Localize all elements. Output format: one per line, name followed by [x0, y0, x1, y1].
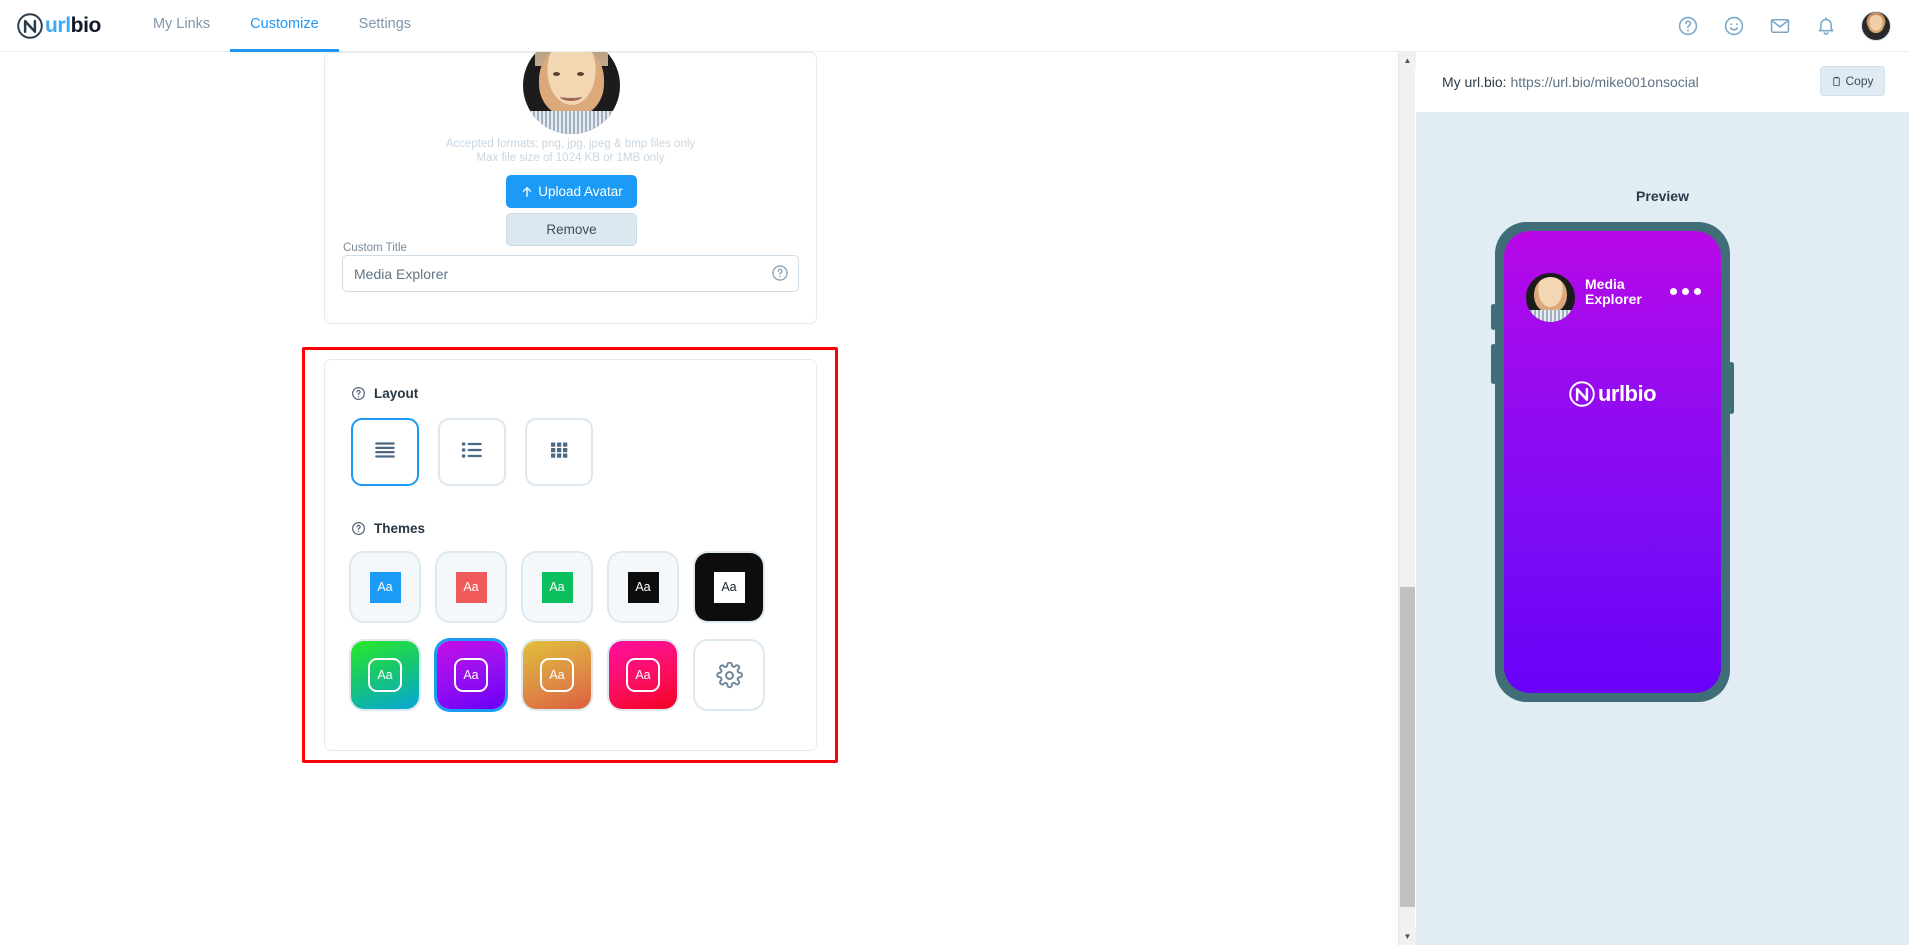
theme-options-row-1: Aa Aa Aa Aa Aa [351, 553, 763, 621]
vertical-scrollbar[interactable]: ▲ ▼ [1398, 52, 1416, 945]
preview-pane: My url.bio: https://url.bio/mike001onsoc… [1416, 52, 1909, 945]
avatar-hint-filesize: Max file size of 1024 KB or 1MB only [476, 152, 665, 164]
upload-avatar-label: Upload Avatar [538, 184, 623, 199]
nav-item-customize[interactable]: Customize [230, 0, 339, 52]
phone-button-volume-up [1491, 304, 1496, 330]
theme-option-custom[interactable] [695, 641, 763, 709]
arrow-up-icon [520, 185, 534, 199]
caret-up-icon[interactable]: ▲ [1399, 52, 1416, 69]
avatar-settings-card: Accepted formats: png, jpg, jpeg & bmp f… [324, 52, 817, 324]
gear-icon [715, 661, 743, 689]
theme-option-red-light[interactable]: Aa [437, 553, 505, 621]
public-url-bar: My url.bio: https://url.bio/mike001onsoc… [1416, 52, 1909, 112]
clipboard-icon [1831, 76, 1842, 87]
theme-option-blue-light[interactable]: Aa [351, 553, 419, 621]
grid-icon [547, 438, 571, 467]
theme-chip-label: Aa [540, 658, 574, 692]
smiley-icon[interactable] [1723, 15, 1745, 37]
layout-section-heading: Layout [351, 386, 418, 401]
theme-chip-label: Aa [455, 571, 487, 603]
theme-chip-label: Aa [713, 571, 745, 603]
upload-avatar-button[interactable]: Upload Avatar [506, 175, 637, 208]
phone-button-power [1729, 362, 1734, 414]
brand-wordmark: urlbio [45, 14, 101, 38]
theme-option-green-light[interactable]: Aa [523, 553, 591, 621]
theme-chip-label: Aa [627, 571, 659, 603]
avatar[interactable] [1861, 10, 1891, 41]
phone-mockup: Media Explorer urlbio [1491, 222, 1734, 702]
ellipsis-icon[interactable] [1670, 288, 1701, 295]
avatar-hint-formats: Accepted formats: png, jpg, jpeg & bmp f… [445, 138, 696, 150]
theme-chip-label: Aa [626, 658, 660, 692]
brand-logo-link[interactable]: urlbio [17, 12, 101, 39]
public-url-value[interactable]: https://url.bio/mike001onsocial [1510, 74, 1698, 90]
theme-chip-label: Aa [541, 571, 573, 603]
urlbio-logo-icon [17, 12, 43, 39]
theme-option-orange-gradient[interactable]: Aa [523, 641, 591, 709]
brand-bio-text: bio [70, 13, 102, 37]
top-navigation-bar: urlbio My Links Customize Settings [0, 0, 1909, 52]
scrollbar-thumb[interactable] [1400, 587, 1415, 907]
layout-options [351, 418, 593, 486]
layout-option-stacked[interactable] [351, 418, 419, 486]
help-circle-icon[interactable] [1677, 15, 1699, 37]
top-bar-actions [1677, 10, 1891, 41]
theme-option-green-teal-gradient[interactable]: Aa [351, 641, 419, 709]
theme-option-dark[interactable]: Aa [695, 553, 763, 621]
theme-options-row-2: Aa Aa Aa Aa [351, 641, 763, 709]
stacked-bars-icon [372, 437, 398, 468]
themes-heading-label: Themes [374, 521, 426, 536]
preview-canvas: Preview Media Explorer urlbio [1416, 112, 1909, 945]
question-circle-icon[interactable] [351, 386, 366, 401]
preview-urlbio-branding: urlbio [1504, 381, 1721, 407]
nav-item-settings[interactable]: Settings [339, 0, 431, 52]
preview-profile-title: Media Explorer [1585, 276, 1642, 307]
copy-url-button[interactable]: Copy [1820, 66, 1885, 96]
remove-avatar-button[interactable]: Remove [506, 213, 637, 246]
layout-option-list[interactable] [438, 418, 506, 486]
theme-option-black-on-light[interactable]: Aa [609, 553, 677, 621]
question-circle-icon[interactable] [351, 521, 366, 536]
custom-title-label: Custom Title [343, 242, 407, 254]
preview-heading: Preview [1636, 188, 1689, 204]
phone-screen: Media Explorer urlbio [1504, 231, 1721, 693]
nav-item-my-links[interactable]: My Links [133, 0, 230, 52]
profile-avatar-preview [523, 52, 620, 134]
custom-title-field-wrap [342, 255, 799, 292]
preview-profile-avatar [1526, 273, 1575, 322]
caret-down-icon[interactable]: ▼ [1399, 928, 1416, 945]
page-body: Accepted formats: png, jpg, jpeg & bmp f… [0, 52, 1909, 945]
theme-chip-label: Aa [454, 658, 488, 692]
urlbio-logo-icon [1569, 381, 1595, 407]
phone-button-volume-down [1491, 344, 1496, 384]
public-url-text: My url.bio: https://url.bio/mike001onsoc… [1442, 74, 1699, 90]
theme-chip-label: Aa [369, 571, 401, 603]
bell-icon[interactable] [1815, 15, 1837, 37]
custom-title-input[interactable] [342, 255, 799, 292]
theme-option-purple-gradient[interactable]: Aa [437, 641, 505, 709]
list-icon [459, 437, 485, 468]
copy-button-label: Copy [1845, 74, 1874, 88]
question-circle-icon[interactable] [771, 264, 789, 282]
mail-icon[interactable] [1769, 15, 1791, 37]
editor-pane: Accepted formats: png, jpg, jpeg & bmp f… [0, 52, 1398, 945]
themes-section-heading: Themes [351, 521, 425, 536]
theme-chip-label: Aa [368, 658, 402, 692]
public-url-label: My url.bio: [1442, 74, 1507, 90]
brand-url-text: url [45, 13, 71, 37]
layout-heading-label: Layout [374, 386, 419, 401]
theme-option-pink-red-gradient[interactable]: Aa [609, 641, 677, 709]
avatar-format-hints: Accepted formats: png, jpg, jpeg & bmp f… [325, 137, 816, 165]
main-nav: My Links Customize Settings [133, 0, 431, 52]
design-settings-card: Layout Themes Aa Aa Aa Aa Aa Aa Aa Aa Aa [324, 359, 817, 751]
layout-option-grid[interactable] [525, 418, 593, 486]
preview-logo-text: urlbio [1597, 381, 1657, 406]
